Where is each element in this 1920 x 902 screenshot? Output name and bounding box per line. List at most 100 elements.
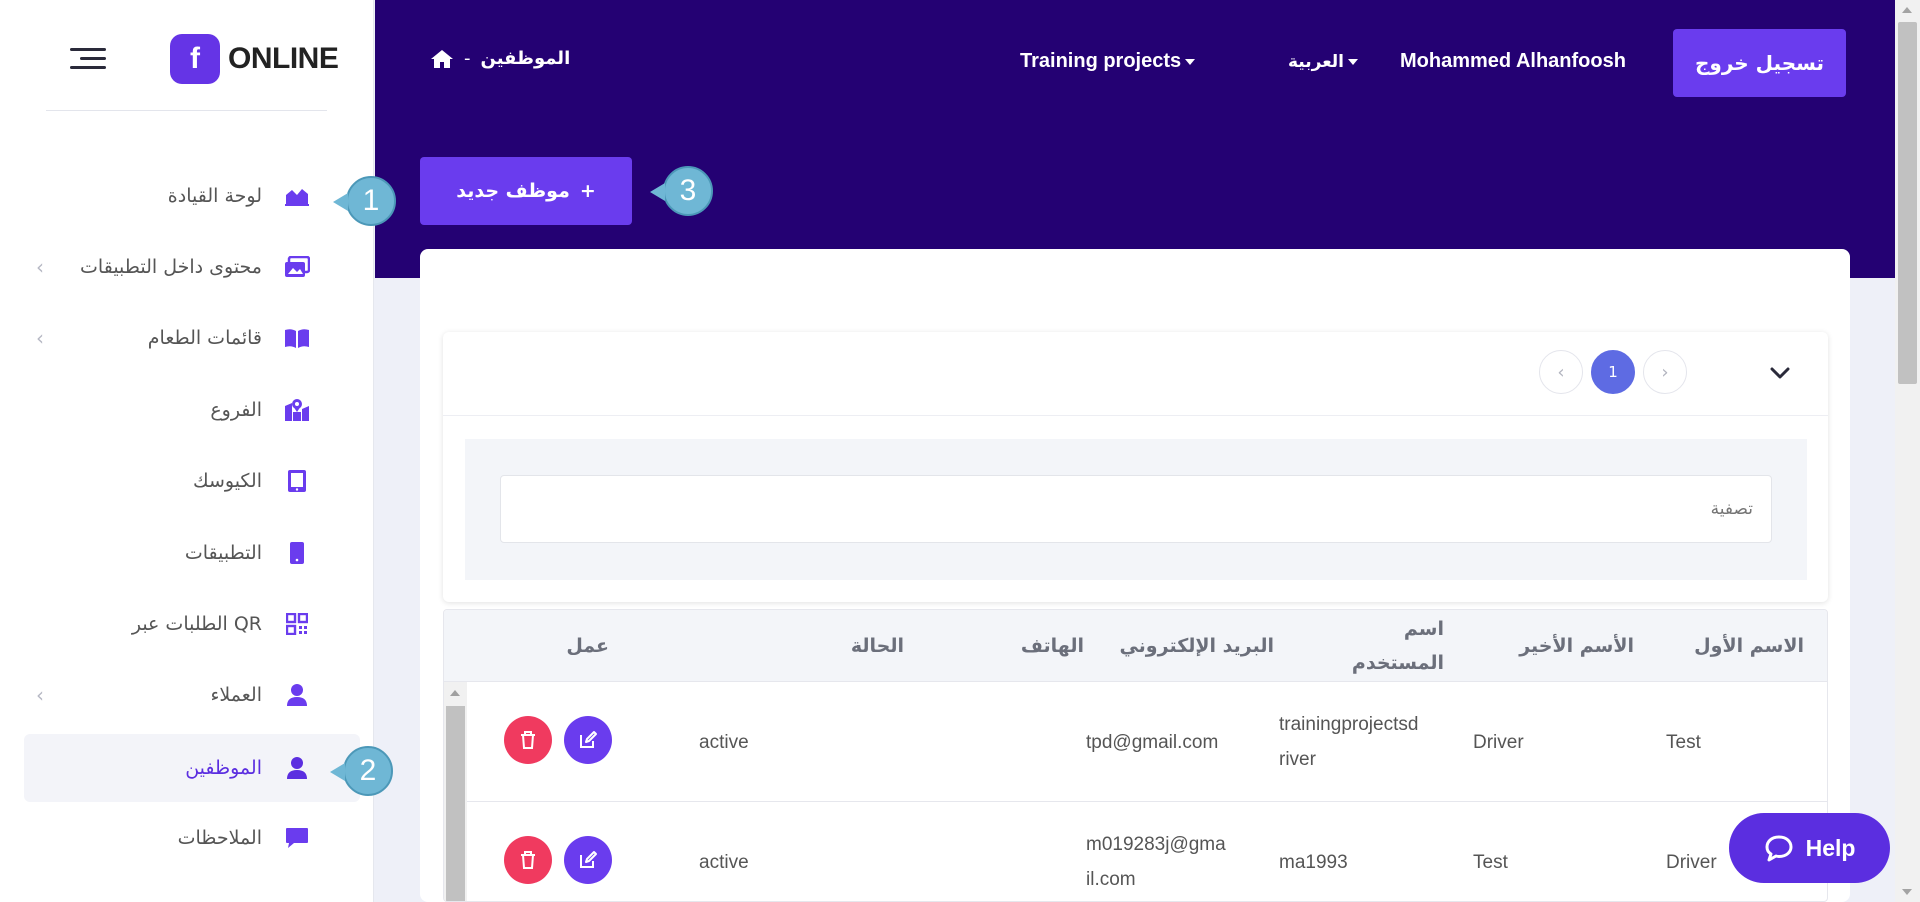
column-header-action: عمل [566, 635, 609, 657]
cell-last-name: Test [1473, 851, 1508, 873]
sidebar-item-label: الطلبات عبر QR [131, 613, 262, 635]
column-header-username[interactable]: اسم المستخدم [1314, 610, 1444, 682]
filter-card: ‹ 1 › [443, 332, 1828, 602]
sidebar-item-in-app-content[interactable]: ‹ محتوى داخل التطبيقات [24, 233, 360, 301]
pagination-page[interactable]: 1 [1591, 350, 1635, 394]
edit-icon [580, 851, 597, 868]
pagination: ‹ 1 › [1539, 350, 1687, 394]
callout-3: 3 [650, 166, 713, 216]
chevron-down-icon[interactable] [1765, 358, 1795, 388]
cell-status: active [699, 851, 749, 873]
sidebar-item-qr-orders[interactable]: الطلبات عبر QR [24, 590, 360, 658]
page-scrollbar[interactable] [1895, 0, 1920, 902]
scrollbar-thumb[interactable] [446, 706, 465, 901]
edit-button[interactable] [564, 836, 612, 884]
scroll-down-arrow-icon[interactable] [1902, 889, 1912, 895]
logout-button[interactable]: تسجيل خروج [1673, 29, 1846, 97]
table-scrollbar[interactable] [444, 682, 467, 901]
mobile-icon [284, 540, 310, 566]
column-header-phone[interactable]: الهاتف [964, 610, 1084, 682]
plus-icon: + [579, 180, 596, 202]
cell-username: trainingprojectsdriver [1279, 714, 1419, 770]
training-projects-dropdown[interactable]: Training projects [1020, 50, 1196, 73]
sidebar-divider [46, 110, 327, 111]
column-header-first-name[interactable]: الاسم الأول [1674, 610, 1804, 682]
sidebar-item-label: الملاحظات [177, 827, 262, 849]
filter-zone [465, 439, 1807, 580]
cell-username: ma1993 [1279, 851, 1348, 873]
language-dropdown[interactable]: العربية [1288, 52, 1359, 72]
menu-toggle-icon[interactable] [70, 48, 106, 70]
column-header-email[interactable]: البريد الإلكتروني [1114, 610, 1274, 682]
cell-email: tpd@gmail.com [1086, 731, 1219, 753]
sidebar-item-label: الكيوسك [192, 470, 262, 492]
cell-phone [939, 682, 1059, 802]
brand-logo[interactable]: f ONLINE [170, 34, 339, 84]
new-employee-label: موظف جديد [456, 180, 570, 202]
sidebar-item-branches[interactable]: الفروع [24, 376, 360, 444]
sidebar-item-employees[interactable]: الموظفين [24, 734, 360, 802]
logo-text: ONLINE [228, 42, 339, 75]
training-projects-label: Training projects [1020, 50, 1182, 72]
delete-button[interactable] [504, 836, 552, 884]
table-header: الاسم الأول الأسم الأخير اسم المستخدم ال… [444, 610, 1827, 682]
help-label: Help [1805, 834, 1856, 861]
edit-icon [580, 731, 597, 748]
filter-card-header: ‹ 1 › [443, 332, 1828, 416]
cell-last-name: Driver [1473, 731, 1524, 753]
sidebar-item-label: لوحة القيادة [167, 185, 262, 207]
sidebar-item-label: الموظفين [185, 757, 262, 779]
sidebar-item-apps[interactable]: التطبيقات [24, 519, 360, 587]
column-header-status[interactable]: الحالة [764, 610, 904, 682]
chevron-left-icon: ‹ [36, 326, 44, 350]
cell-status: active [699, 731, 749, 753]
tablet-icon [284, 468, 310, 494]
new-employee-button[interactable]: موظف جديد + [420, 157, 632, 225]
breadcrumb: - الموظفين [430, 48, 570, 69]
chart-area-icon [284, 183, 310, 209]
table-row: Test Driver trainingprojectsdriver tpd@g… [444, 682, 1827, 802]
sidebar-item-label: قائمات الطعام [147, 327, 262, 349]
table-row: Driver Test ma1993 m019283j@gmail.com ac… [444, 802, 1827, 901]
images-icon [284, 254, 310, 280]
breadcrumb-separator: - [464, 48, 471, 69]
edit-button[interactable] [564, 716, 612, 764]
pagination-next[interactable]: › [1643, 350, 1687, 394]
filter-input[interactable] [500, 475, 1772, 543]
sidebar-item-label: محتوى داخل التطبيقات [80, 256, 262, 278]
user-icon [284, 755, 310, 781]
cell-phone [939, 802, 1059, 901]
map-marked-icon [284, 397, 310, 423]
column-header-last-name[interactable]: الأسم الأخير [1484, 610, 1634, 682]
caret-down-icon [1348, 59, 1359, 65]
trash-icon [521, 731, 535, 749]
home-icon[interactable] [430, 49, 454, 69]
scroll-up-arrow-icon[interactable] [1902, 7, 1912, 13]
cell-first-name: Test [1666, 731, 1701, 753]
sidebar-item-label: العملاء [210, 684, 263, 706]
scrollbar-thumb[interactable] [1898, 22, 1917, 384]
chevron-left-icon: ‹ [36, 255, 44, 279]
employees-table: الاسم الأول الأسم الأخير اسم المستخدم ال… [443, 609, 1828, 902]
sidebar-item-dashboard[interactable]: لوحة القيادة [24, 162, 360, 230]
cell-email: m019283j@gmail.com [1086, 834, 1226, 890]
help-button[interactable]: Help [1729, 813, 1890, 883]
caret-down-icon [1185, 58, 1196, 65]
user-icon [284, 682, 310, 708]
scroll-up-arrow-icon[interactable] [450, 690, 460, 696]
trash-icon [521, 851, 535, 869]
breadcrumb-current: الموظفين [480, 48, 571, 69]
delete-button[interactable] [504, 716, 552, 764]
comment-icon [284, 825, 310, 851]
sidebar-item-kiosk[interactable]: الكيوسك [24, 447, 360, 515]
book-open-icon [284, 325, 310, 351]
sidebar-item-menus[interactable]: ‹ قائمات الطعام [24, 304, 360, 372]
language-label: العربية [1288, 52, 1345, 72]
sidebar-item-notes[interactable]: الملاحظات [24, 804, 360, 872]
sidebar-item-label: الفروع [210, 399, 262, 421]
sidebar-item-label: التطبيقات [184, 542, 262, 564]
user-name[interactable]: Mohammed Alhanfoosh [1400, 50, 1626, 73]
pagination-prev[interactable]: ‹ [1539, 350, 1583, 394]
sidebar-item-customers[interactable]: ‹ العملاء [24, 661, 360, 729]
qrcode-icon [284, 611, 310, 637]
